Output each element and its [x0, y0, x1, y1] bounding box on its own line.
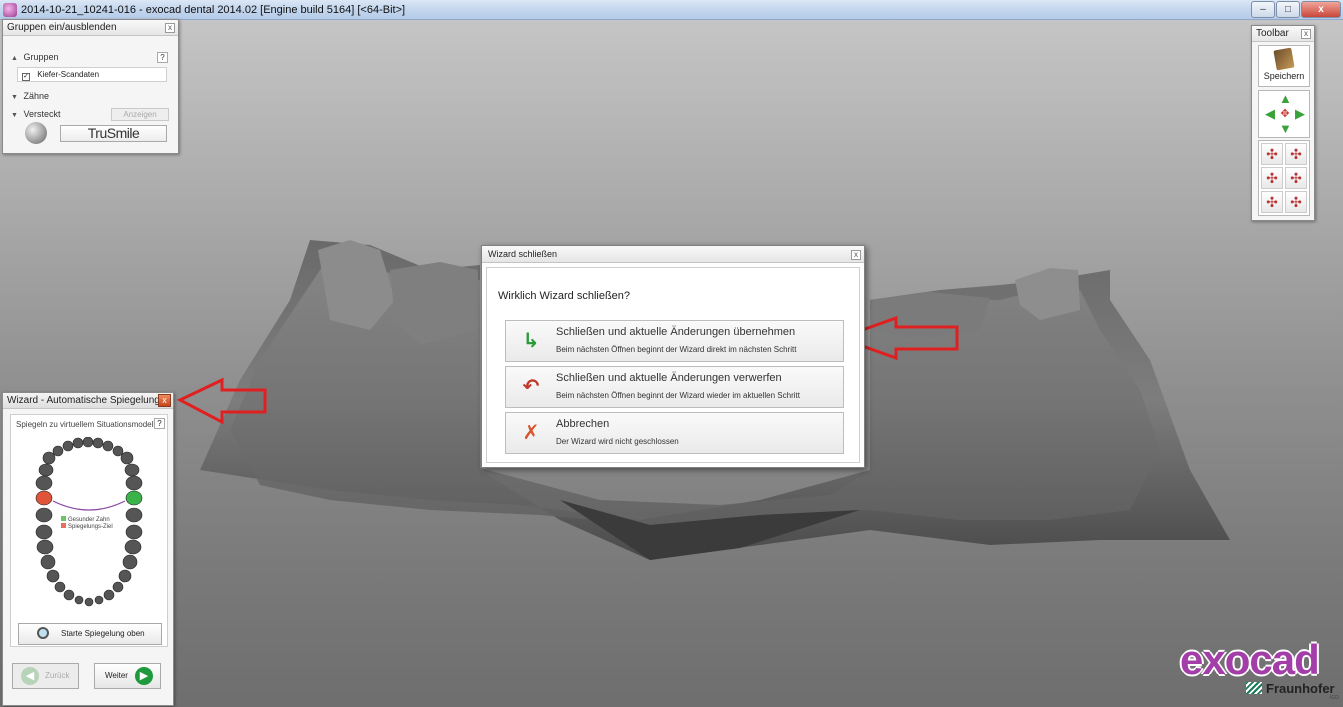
save-button[interactable]: Speichern — [1258, 45, 1310, 87]
fraunhofer-mark-icon — [1246, 682, 1262, 694]
window-title-bar: 2014-10-21_10241-016 - exocad dental 201… — [0, 0, 1343, 20]
arrow-left-icon[interactable]: ◀ — [1264, 107, 1276, 120]
arrow-left-icon: ◀ — [21, 667, 39, 685]
toolbar-panel: Toolbar x Speichern ▲ ◀ ✥ ▶ ▼ ✣ ✣ ✣ ✣ ✣ … — [1251, 25, 1315, 221]
trusmile-tooth-icon[interactable] — [25, 122, 47, 144]
option-title: Schließen und aktuelle Änderungen überne… — [556, 326, 796, 338]
groups-help-button[interactable]: ? — [157, 52, 168, 63]
maximize-button[interactable]: □ — [1276, 1, 1300, 18]
close-wizard-dialog: Wizard schließen x Wirklich Wizard schli… — [481, 245, 865, 468]
option-desc: Beim nächsten Öffnen beginnt der Wizard … — [556, 345, 797, 354]
kiefer-scandaten-row[interactable]: ✓ Kiefer-Scandaten — [17, 67, 167, 82]
kiefer-label: Kiefer-Scandaten — [37, 70, 100, 79]
trusmile-button[interactable]: TruSmile — [60, 125, 167, 142]
toolbar-close-button[interactable]: x — [1301, 29, 1311, 39]
legend-healthy-swatch — [61, 516, 66, 521]
arrow-right-icon: ▶ — [135, 667, 153, 685]
minimize-button[interactable]: – — [1251, 1, 1275, 18]
fraunhofer-label: Fraunhofer — [1266, 681, 1335, 696]
view-left-icon[interactable]: ✣ — [1261, 167, 1283, 189]
groups-section-header[interactable]: ▲ Gruppen ? — [11, 50, 170, 65]
option-title: Abbrechen — [556, 418, 610, 430]
zaehne-section-label: Zähne — [23, 91, 50, 101]
groups-panel-close-button[interactable]: x — [165, 23, 175, 33]
close-window-button[interactable]: x — [1301, 1, 1341, 18]
next-label: Weiter — [105, 671, 128, 680]
view-top-icon[interactable]: ✣ — [1261, 191, 1283, 213]
versteckt-section-label: Versteckt — [23, 109, 61, 119]
view-back-icon[interactable]: ✣ — [1285, 143, 1307, 165]
wizard-subtitle: Spiegeln zu virtuellem Situationsmodell? — [16, 420, 160, 429]
dialog-close-button[interactable]: x — [851, 250, 861, 260]
expand-triangle-icon: ▲ — [11, 55, 18, 62]
view-right-icon[interactable]: ✣ — [1285, 167, 1307, 189]
view-navigation-pad: ▲ ◀ ✥ ▶ ▼ — [1258, 90, 1310, 138]
exocad-logo: exocad Fraunhofer IGD — [1180, 637, 1340, 703]
groups-panel: Gruppen ein/ausblenden x ▲ Gruppen ? ✓ K… — [2, 19, 179, 154]
center-view-icon[interactable]: ✥ — [1279, 108, 1291, 120]
view-bottom-icon[interactable]: ✣ — [1285, 191, 1307, 213]
wizard-title: Wizard - Automatische Spiegelung — [3, 393, 173, 409]
wizard-close-button[interactable]: x — [158, 394, 171, 407]
legend-target-label: Spiegelungs-Ziel — [68, 524, 113, 530]
view-front-icon[interactable]: ✣ — [1261, 143, 1283, 165]
collapse-triangle-icon: ▼ — [11, 94, 18, 101]
dialog-question: Wirklich Wizard schließen? — [498, 290, 631, 302]
legend-healthy: Gesunder Zahn — [61, 516, 110, 523]
back-button[interactable]: ◀ Zurück — [12, 663, 79, 689]
collapse-triangle-icon: ▼ — [11, 112, 18, 119]
cancel-option[interactable]: ✗ Abbrechen Der Wizard wird nicht geschl… — [505, 412, 844, 454]
dialog-body: Wirklich Wizard schließen? ↳ Schließen u… — [486, 267, 860, 463]
save-label: Speichern — [1263, 71, 1305, 81]
healthy-tooth[interactable] — [125, 490, 143, 506]
legend-target-swatch — [61, 523, 66, 528]
groups-panel-title: Gruppen ein/ausblenden — [3, 20, 178, 36]
next-button[interactable]: Weiter ▶ — [94, 663, 161, 689]
wizard-panel: Wizard - Automatische Spiegelung x Spieg… — [2, 392, 174, 706]
discard-arrow-icon: ↶ — [522, 376, 540, 398]
exocad-wordmark: exocad — [1180, 636, 1320, 683]
apply-and-close-option[interactable]: ↳ Schließen und aktuelle Änderungen über… — [505, 320, 844, 362]
option-desc: Der Wizard wird nicht geschlossen — [556, 437, 679, 446]
discard-and-close-option[interactable]: ↶ Schließen und aktuelle Änderungen verw… — [505, 366, 844, 408]
back-label: Zurück — [45, 671, 70, 680]
dialog-title: Wizard schließen — [482, 246, 864, 263]
kiefer-checkbox[interactable]: ✓ — [22, 73, 30, 81]
zaehne-section-header[interactable]: ▼ Zähne — [11, 89, 170, 104]
groups-section-label: Gruppen — [23, 52, 59, 62]
wizard-help-button[interactable]: ? — [154, 418, 165, 429]
arrow-up-icon[interactable]: ▲ — [1279, 92, 1292, 105]
start-mirroring-label: Starte Spiegelung oben — [61, 629, 145, 638]
magnifier-icon — [37, 627, 49, 639]
start-mirroring-button[interactable]: Starte Spiegelung oben — [18, 623, 162, 645]
app-icon — [3, 2, 17, 17]
arrow-right-icon[interactable]: ▶ — [1294, 107, 1306, 120]
cancel-x-icon: ✗ — [522, 422, 540, 444]
mirror-target-tooth[interactable] — [35, 490, 53, 506]
wizard-content: Spiegeln zu virtuellem Situationsmodell?… — [10, 414, 168, 647]
arrow-down-icon[interactable]: ▼ — [1279, 122, 1292, 135]
apply-arrow-icon: ↳ — [522, 330, 540, 352]
anzeigen-button[interactable]: Anzeigen — [111, 108, 169, 121]
option-title: Schließen und aktuelle Änderungen verwer… — [556, 372, 782, 384]
save-book-icon — [1273, 47, 1295, 71]
view-presets: ✣ ✣ ✣ ✣ ✣ ✣ — [1258, 140, 1310, 216]
igd-label: IGD — [1330, 695, 1339, 701]
option-desc: Beim nächsten Öffnen beginnt der Wizard … — [556, 391, 800, 400]
window-title: 2014-10-21_10241-016 - exocad dental 201… — [21, 3, 406, 16]
legend-target: Spiegelungs-Ziel — [61, 523, 113, 530]
